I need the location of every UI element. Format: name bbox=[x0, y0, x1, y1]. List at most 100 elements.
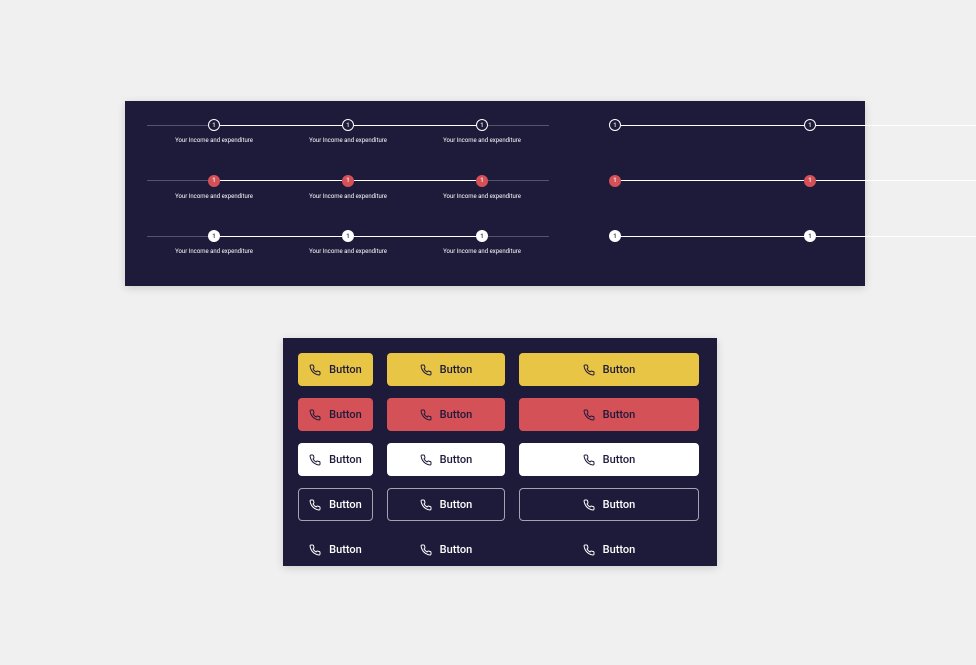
step-track: 1 bbox=[609, 175, 743, 187]
step-node-red: 1 bbox=[476, 175, 488, 187]
steps-left-grid: 1 Your Income and expenditure 1 Your Inc… bbox=[147, 119, 549, 268]
step-label: Your Income and expenditure bbox=[309, 193, 387, 200]
phone-icon bbox=[309, 364, 321, 376]
step-label: Your Income and expenditure bbox=[309, 248, 387, 255]
step-item[interactable]: 1 bbox=[743, 175, 877, 213]
button-yellow-lg[interactable]: Button bbox=[519, 353, 699, 386]
step-track: 1 bbox=[743, 175, 877, 187]
button-label: Button bbox=[440, 543, 473, 556]
button-white-sm[interactable]: Button bbox=[298, 443, 373, 476]
step-label: Your Income and expenditure bbox=[175, 248, 253, 255]
phone-icon bbox=[420, 499, 432, 511]
step-label: Your Income and expenditure bbox=[175, 193, 253, 200]
step-node-white: 1 bbox=[804, 230, 816, 242]
step-item[interactable]: 1 bbox=[609, 119, 743, 157]
phone-icon bbox=[583, 544, 595, 556]
step-label: Your Income and expenditure bbox=[443, 248, 521, 255]
step-node-outline: 1 bbox=[476, 119, 488, 131]
step-node-red: 1 bbox=[609, 175, 621, 187]
button-yellow-sm[interactable]: Button bbox=[298, 353, 373, 386]
button-text-lg[interactable]: Button bbox=[519, 533, 699, 566]
step-label: Your Income and expenditure bbox=[443, 193, 521, 200]
button-red-sm[interactable]: Button bbox=[298, 398, 373, 431]
step-track: 1 bbox=[877, 175, 976, 187]
step-label: Your Income and expenditure bbox=[309, 137, 387, 144]
step-node-white: 1 bbox=[609, 230, 621, 242]
step-node-outline: 1 bbox=[342, 119, 354, 131]
step-track: 1 bbox=[877, 119, 976, 131]
button-white-lg[interactable]: Button bbox=[519, 443, 699, 476]
button-label: Button bbox=[603, 363, 636, 376]
step-node-white: 1 bbox=[208, 230, 220, 242]
step-node-red: 1 bbox=[804, 175, 816, 187]
button-label: Button bbox=[603, 408, 636, 421]
button-outline-lg[interactable]: Button bbox=[519, 488, 699, 521]
phone-icon bbox=[420, 544, 432, 556]
phone-icon bbox=[420, 364, 432, 376]
button-label: Button bbox=[329, 363, 362, 376]
button-label: Button bbox=[440, 453, 473, 466]
step-track: 1 bbox=[415, 230, 549, 242]
button-yellow-md[interactable]: Button bbox=[387, 353, 505, 386]
step-item[interactable]: 1 Your Income and expenditure bbox=[415, 175, 549, 213]
step-node-white: 1 bbox=[342, 230, 354, 242]
button-label: Button bbox=[329, 498, 362, 511]
button-label: Button bbox=[440, 408, 473, 421]
button-label: Button bbox=[603, 453, 636, 466]
button-label: Button bbox=[440, 498, 473, 511]
step-item[interactable]: 1 bbox=[877, 230, 976, 268]
button-text-sm[interactable]: Button bbox=[298, 533, 373, 566]
button-label: Button bbox=[440, 363, 473, 376]
step-item[interactable]: 1 Your Income and expenditure bbox=[147, 230, 281, 268]
step-item[interactable]: 1 bbox=[609, 175, 743, 213]
step-node-white: 1 bbox=[476, 230, 488, 242]
step-item[interactable]: 1 Your Income and expenditure bbox=[281, 119, 415, 157]
step-track: 1 bbox=[147, 230, 281, 242]
phone-icon bbox=[583, 364, 595, 376]
step-track: 1 bbox=[609, 119, 743, 131]
button-outline-sm[interactable]: Button bbox=[298, 488, 373, 521]
steps-panel: 1 Your Income and expenditure 1 Your Inc… bbox=[125, 101, 865, 286]
phone-icon bbox=[583, 409, 595, 421]
button-outline-md[interactable]: Button bbox=[387, 488, 505, 521]
step-item[interactable]: 1 bbox=[743, 119, 877, 157]
button-red-md[interactable]: Button bbox=[387, 398, 505, 431]
button-white-md[interactable]: Button bbox=[387, 443, 505, 476]
button-text-md[interactable]: Button bbox=[387, 533, 505, 566]
phone-icon bbox=[309, 499, 321, 511]
step-track: 1 bbox=[147, 119, 281, 131]
step-track: 1 bbox=[877, 230, 976, 242]
step-node-red: 1 bbox=[342, 175, 354, 187]
phone-icon bbox=[309, 544, 321, 556]
button-label: Button bbox=[603, 498, 636, 511]
step-label: Your Income and expenditure bbox=[443, 137, 521, 144]
phone-icon bbox=[583, 499, 595, 511]
step-track: 1 bbox=[743, 119, 877, 131]
step-track: 1 bbox=[281, 119, 415, 131]
phone-icon bbox=[420, 409, 432, 421]
step-item[interactable]: 1 Your Income and expenditure bbox=[415, 230, 549, 268]
phone-icon bbox=[420, 454, 432, 466]
step-node-red: 1 bbox=[208, 175, 220, 187]
button-label: Button bbox=[329, 543, 362, 556]
step-item[interactable]: 1 Your Income and expenditure bbox=[147, 119, 281, 157]
step-track: 1 bbox=[415, 175, 549, 187]
step-node-outline: 1 bbox=[208, 119, 220, 131]
step-item[interactable]: 1 Your Income and expenditure bbox=[281, 230, 415, 268]
step-node-outline: 1 bbox=[804, 119, 816, 131]
step-label: Your Income and expenditure bbox=[175, 137, 253, 144]
buttons-panel: Button Button Button Button Button Butto… bbox=[283, 338, 717, 566]
step-track: 1 bbox=[609, 230, 743, 242]
phone-icon bbox=[309, 409, 321, 421]
button-red-lg[interactable]: Button bbox=[519, 398, 699, 431]
step-item[interactable]: 1 bbox=[877, 175, 976, 213]
step-item[interactable]: 1 Your Income and expenditure bbox=[147, 175, 281, 213]
step-item[interactable]: 1 bbox=[877, 119, 976, 157]
button-label: Button bbox=[329, 453, 362, 466]
step-item[interactable]: 1 Your Income and expenditure bbox=[415, 119, 549, 157]
step-item[interactable]: 1 Your Income and expenditure bbox=[281, 175, 415, 213]
step-item[interactable]: 1 bbox=[743, 230, 877, 268]
steps-right-grid: 1 1 1 1 1 bbox=[609, 119, 976, 268]
step-item[interactable]: 1 bbox=[609, 230, 743, 268]
phone-icon bbox=[583, 454, 595, 466]
